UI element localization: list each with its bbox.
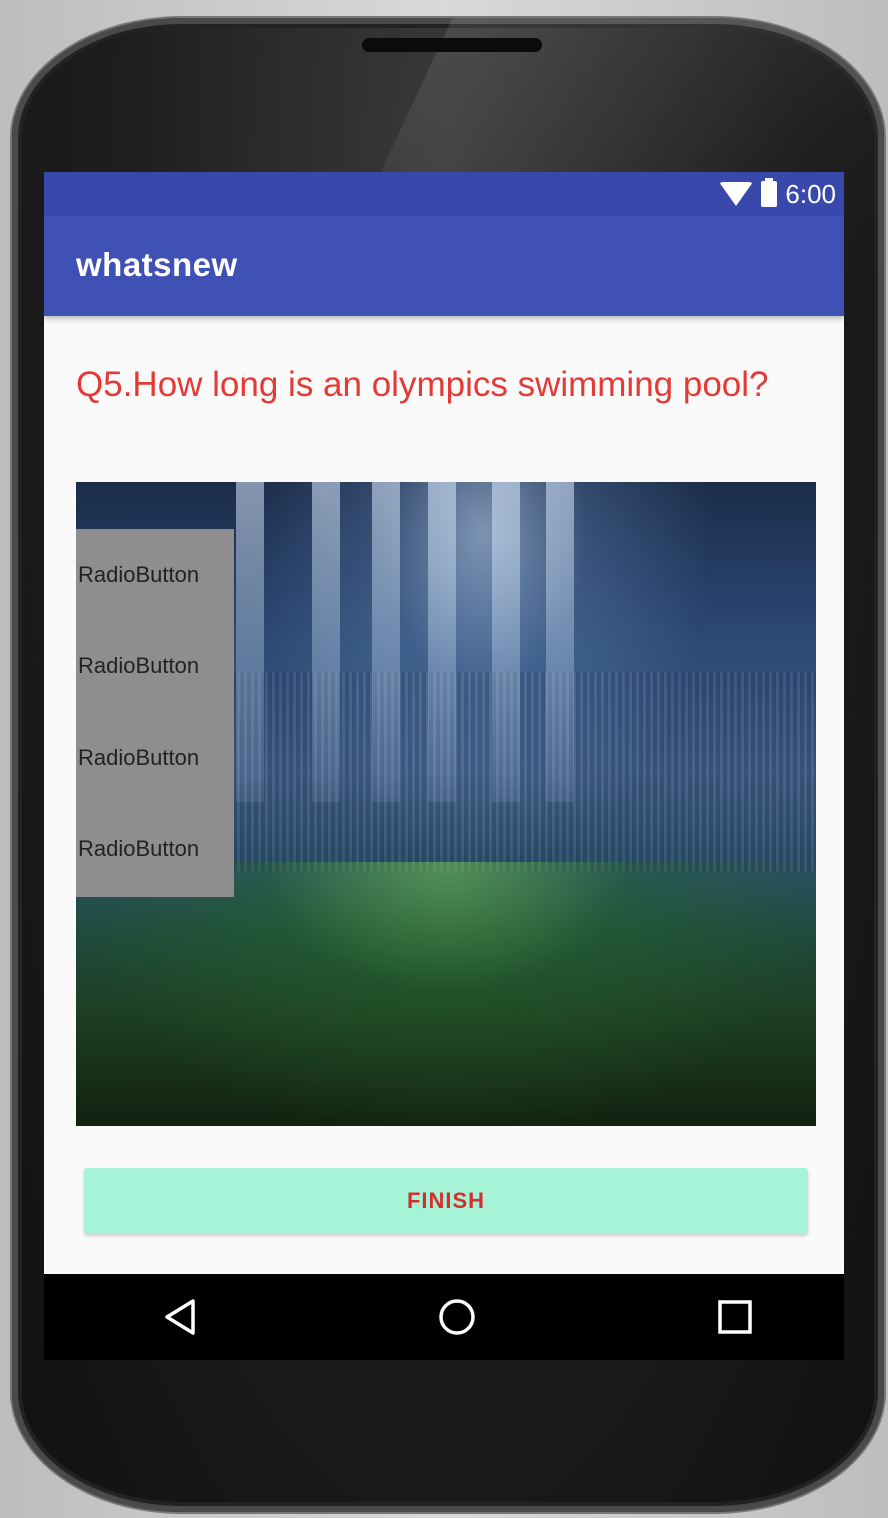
radio-option-2[interactable]: RadioButton [78, 653, 234, 679]
status-icons: 6:00 [719, 178, 836, 210]
light-beam [492, 482, 520, 802]
radio-option-3[interactable]: RadioButton [78, 745, 234, 771]
recents-icon[interactable] [712, 1294, 758, 1340]
light-beam [372, 482, 400, 802]
light-beam [312, 482, 340, 802]
wifi-icon [719, 182, 754, 206]
home-icon[interactable] [434, 1294, 480, 1340]
status-bar: 6:00 [44, 172, 844, 216]
light-beam [236, 482, 264, 802]
light-beam [546, 482, 574, 802]
app-title: whatsnew [76, 246, 238, 283]
navigation-bar [44, 1274, 844, 1360]
radio-option-4[interactable]: RadioButton [78, 836, 234, 862]
back-icon[interactable] [158, 1294, 204, 1340]
radio-group: RadioButton RadioButton RadioButton Radi… [76, 529, 234, 897]
question-text: Q5.How long is an olympics swimming pool… [76, 365, 769, 404]
battery-icon [761, 178, 778, 207]
app-bar: whatsnew [44, 216, 844, 316]
speaker-grille [362, 38, 542, 52]
status-time: 6:00 [785, 178, 836, 209]
front-camera [764, 96, 786, 118]
finish-button[interactable]: FINISH [84, 1168, 808, 1234]
radio-option-1[interactable]: RadioButton [78, 562, 234, 588]
screen: 6:00 whatsnew Q5.How long is an olympics… [44, 172, 844, 1340]
stadium-pitch [76, 862, 816, 1126]
light-beam [428, 482, 456, 802]
